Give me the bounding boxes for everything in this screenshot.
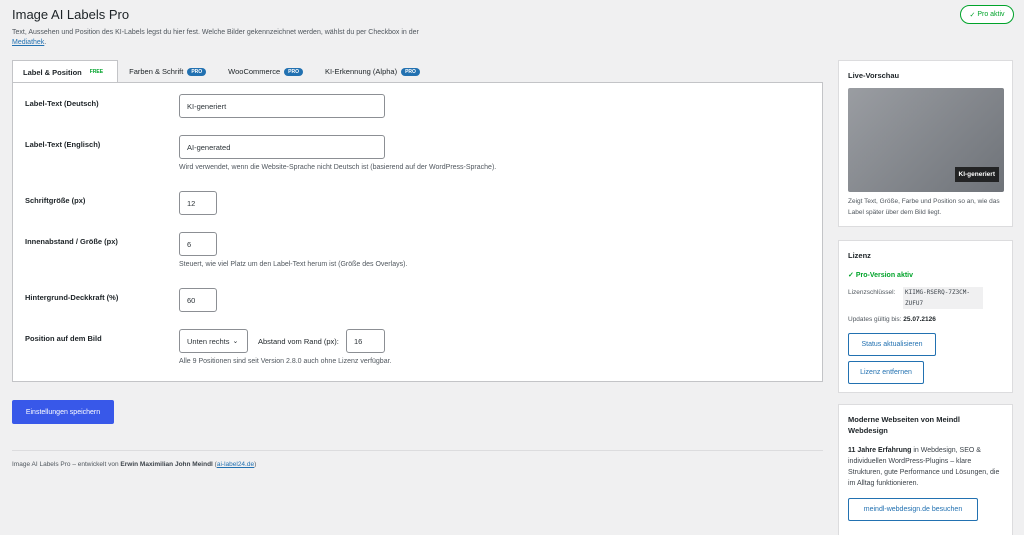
license-status: ✓ Pro-Version aktiv bbox=[848, 272, 914, 279]
footer-link[interactable]: ai-label24.de bbox=[217, 461, 254, 468]
license-box: Lizenz ✓ Pro-Version aktiv Lizenzschlüss… bbox=[838, 240, 1013, 393]
label-en-input[interactable]: AI-generated bbox=[179, 135, 385, 159]
license-key-value: KIIMG-RSERQ-7Z3CM-ZUFU7 bbox=[903, 287, 983, 309]
label-en-help: Wird verwendet, wenn die Website-Sprache… bbox=[179, 164, 497, 171]
footer-credit: Image AI Labels Pro – entwickelt von Erw… bbox=[12, 461, 257, 468]
label-de-label: Label-Text (Deutsch) bbox=[25, 99, 99, 108]
opacity-label: Hintergrund-Deckkraft (%) bbox=[25, 293, 119, 302]
license-title: Lizenz bbox=[848, 251, 871, 260]
tab-ki-erkennung[interactable]: KI-Erkennung (Alpha) PRO bbox=[314, 60, 431, 82]
save-button[interactable]: Einstellungen speichern bbox=[12, 400, 114, 424]
check-icon: ✓ bbox=[969, 11, 976, 19]
font-size-label: Schriftgröße (px) bbox=[25, 196, 86, 205]
label-en-label: Label-Text (Englisch) bbox=[25, 140, 101, 149]
distance-input[interactable]: 16 bbox=[346, 329, 385, 353]
position-help: Alle 9 Positionen sind seit Version 2.8.… bbox=[179, 358, 392, 365]
distance-label: Abstand vom Rand (px): bbox=[258, 337, 339, 346]
meindl-title: Moderne Webseiten von Meindl Webdesign bbox=[848, 415, 960, 435]
page-subtitle: Text, Aussehen und Position des KI-Label… bbox=[12, 29, 419, 46]
refresh-status-button[interactable]: Status aktualisieren bbox=[848, 333, 936, 356]
label-de-input[interactable]: KI-generiert bbox=[179, 94, 385, 118]
pro-badge: PRO bbox=[284, 67, 303, 76]
license-key-label: Lizenzschlüssel: bbox=[848, 289, 896, 296]
visit-meindl-button[interactable]: meindl-webdesign.de besuchen bbox=[848, 498, 978, 521]
meindl-text: 11 Jahre Erfahrung in Webdesign, SEO & i… bbox=[848, 447, 1000, 487]
tab-woocommerce[interactable]: WooCommerce PRO bbox=[217, 60, 314, 82]
settings-panel: Label-Text (Deutsch) KI-generiert Label-… bbox=[12, 82, 823, 382]
mediathek-link[interactable]: Mediathek bbox=[12, 39, 44, 46]
chevron-down-icon: ⌄ bbox=[232, 338, 239, 345]
pro-badge: PRO bbox=[401, 67, 420, 76]
pro-status-badge: ✓ Pro aktiv bbox=[960, 5, 1014, 24]
pro-badge: PRO bbox=[187, 67, 207, 76]
live-preview-box: Live-Vorschau KI-generiert Zeigt Text, G… bbox=[838, 60, 1013, 227]
meindl-box: Moderne Webseiten von Meindl Webdesign 1… bbox=[838, 404, 1013, 535]
position-select[interactable]: Unten rechts ⌄ bbox=[179, 329, 248, 353]
page-title: Image AI Labels Pro bbox=[12, 7, 130, 22]
padding-label: Innenabstand / Größe (px) bbox=[25, 237, 118, 246]
position-label: Position auf dem Bild bbox=[25, 334, 102, 343]
license-updates: Updates gültig bis: 25.07.2126 bbox=[848, 316, 936, 323]
preview-image: KI-generiert bbox=[848, 88, 1004, 192]
opacity-input[interactable]: 60 bbox=[179, 288, 217, 312]
preview-label: KI-generiert bbox=[954, 167, 999, 182]
font-size-input[interactable]: 12 bbox=[179, 191, 217, 215]
free-badge: FREE bbox=[89, 69, 104, 75]
tab-bar: Label & Position FREE Farben & Schrift PRO… bbox=[12, 60, 431, 83]
tab-label-position[interactable]: Label & Position FREE bbox=[12, 60, 119, 83]
remove-license-button[interactable]: Lizenz entfernen bbox=[848, 361, 924, 384]
padding-input[interactable]: 6 bbox=[179, 232, 217, 256]
tab-farben-schrift[interactable]: Farben & Schrift PRO bbox=[118, 60, 217, 82]
footer-divider bbox=[12, 450, 823, 451]
check-icon: ✓ bbox=[848, 272, 856, 279]
preview-caption: Zeigt Text, Größe, Farbe und Position so… bbox=[848, 198, 1000, 216]
padding-help: Steuert, wie viel Platz um den Label-Tex… bbox=[179, 261, 408, 268]
preview-title: Live-Vorschau bbox=[848, 71, 900, 80]
